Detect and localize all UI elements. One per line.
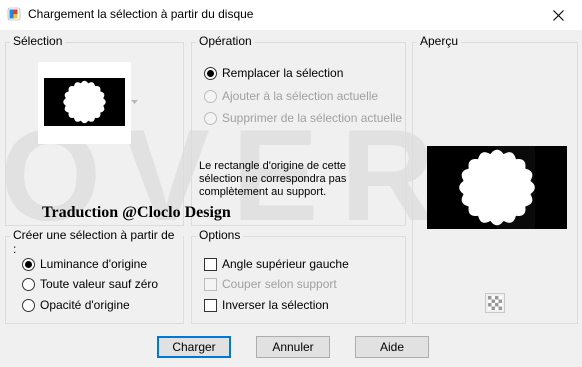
- radio-source-luminance[interactable]: Luminance d'origine: [22, 257, 147, 271]
- checkbox-label: Angle supérieur gauche: [222, 257, 349, 271]
- radio-indicator[interactable]: [204, 111, 217, 125]
- scallop-shape-small: [63, 80, 106, 124]
- transparency-toggle-button[interactable]: [485, 293, 505, 313]
- radio-label: Supprimer de la sélection actuelle: [222, 111, 403, 125]
- preview-overlay: [497, 146, 535, 229]
- mismatch-warning: Le rectangle d'origine de cette sélectio…: [199, 160, 347, 198]
- checkbox-crop-to-canvas[interactable]: Couper selon support: [204, 277, 337, 291]
- radio-label: Luminance d'origine: [40, 257, 148, 271]
- operation-group-label: Opération: [196, 34, 255, 48]
- preview-image: [427, 146, 567, 229]
- checkbox-indicator[interactable]: [204, 257, 217, 271]
- checkbox-indicator[interactable]: [204, 298, 217, 312]
- preview-group-label: Aperçu: [417, 34, 462, 48]
- radio-source-nonzero[interactable]: Toute valeur sauf zéro: [22, 277, 158, 291]
- radio-indicator[interactable]: [22, 277, 35, 291]
- radio-indicator[interactable]: [22, 298, 35, 312]
- translation-credit: Traduction @Cloclo Design: [42, 204, 231, 221]
- load-button[interactable]: Charger: [157, 336, 231, 358]
- radio-label: Toute valeur sauf zéro: [40, 277, 159, 291]
- radio-replace-selection[interactable]: Remplacer la sélection: [204, 66, 343, 80]
- checkerboard-icon: [488, 296, 502, 310]
- title-bar: Chargement la sélection à partir du disq…: [0, 0, 582, 30]
- close-icon: [552, 9, 564, 21]
- radio-indicator[interactable]: [204, 89, 217, 103]
- checkbox-label: Inverser la sélection: [222, 298, 329, 312]
- radio-indicator[interactable]: [22, 257, 35, 271]
- close-button[interactable]: [545, 4, 571, 26]
- checkbox-invert-selection[interactable]: Inverser la sélection: [204, 298, 329, 312]
- selection-shape-thumbnail: [44, 78, 125, 126]
- scallop-path: [63, 80, 106, 124]
- chevron-down-icon[interactable]: [131, 100, 138, 105]
- radio-indicator[interactable]: [204, 66, 217, 80]
- cancel-button[interactable]: Annuler: [256, 336, 330, 358]
- radio-source-opacity[interactable]: Opacité d'origine: [22, 298, 130, 312]
- selection-thumbnail[interactable]: [38, 62, 131, 144]
- paint-shop-pro-icon: [7, 7, 21, 21]
- checkbox-top-left-corner[interactable]: Angle supérieur gauche: [204, 257, 349, 271]
- window-title: Chargement la sélection à partir du disq…: [28, 7, 254, 21]
- checkbox-label: Couper selon support: [222, 277, 337, 291]
- selection-group-label: Sélection: [10, 34, 66, 48]
- options-group-label: Options: [196, 228, 244, 242]
- help-button[interactable]: Aide: [355, 336, 429, 358]
- radio-label: Remplacer la sélection: [222, 66, 344, 80]
- radio-label: Opacité d'origine: [40, 298, 130, 312]
- checkbox-indicator[interactable]: [204, 277, 217, 291]
- radio-add-to-selection[interactable]: Ajouter à la sélection actuelle: [204, 89, 378, 103]
- radio-subtract-from-selection[interactable]: Supprimer de la sélection actuelle: [204, 111, 402, 125]
- source-group-label: Créer une sélection à partir de :: [10, 228, 183, 256]
- radio-label: Ajouter à la sélection actuelle: [222, 89, 379, 103]
